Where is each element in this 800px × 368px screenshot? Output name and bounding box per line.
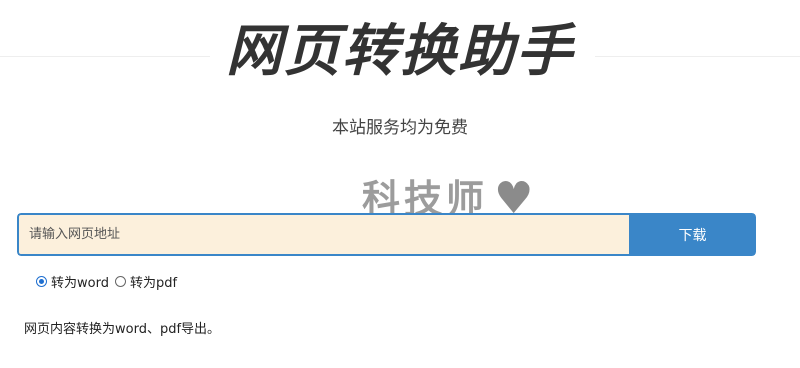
- description-text: 网页内容转换为word、pdf导出。: [24, 322, 221, 337]
- option-pdf-label: 转为pdf: [129, 276, 178, 291]
- word-radio[interactable]: [36, 276, 47, 287]
- page-subtitle: 本站服务均为免费: [332, 118, 468, 138]
- url-form: 下载: [17, 213, 756, 256]
- option-pdf[interactable]: 转为pdf: [114, 272, 178, 291]
- download-button[interactable]: 下载: [629, 213, 756, 256]
- page: 网页转换助手 本站服务均为免费 科技师 ♥ https://www.3kjs.c…: [0, 0, 800, 368]
- option-word[interactable]: 转为word: [36, 272, 109, 291]
- format-options: 转为word 转为pdf: [36, 272, 183, 291]
- option-word-label: 转为word: [51, 276, 109, 291]
- url-input[interactable]: [17, 213, 629, 256]
- pdf-radio[interactable]: [114, 276, 126, 287]
- page-title: 网页转换助手: [226, 19, 574, 84]
